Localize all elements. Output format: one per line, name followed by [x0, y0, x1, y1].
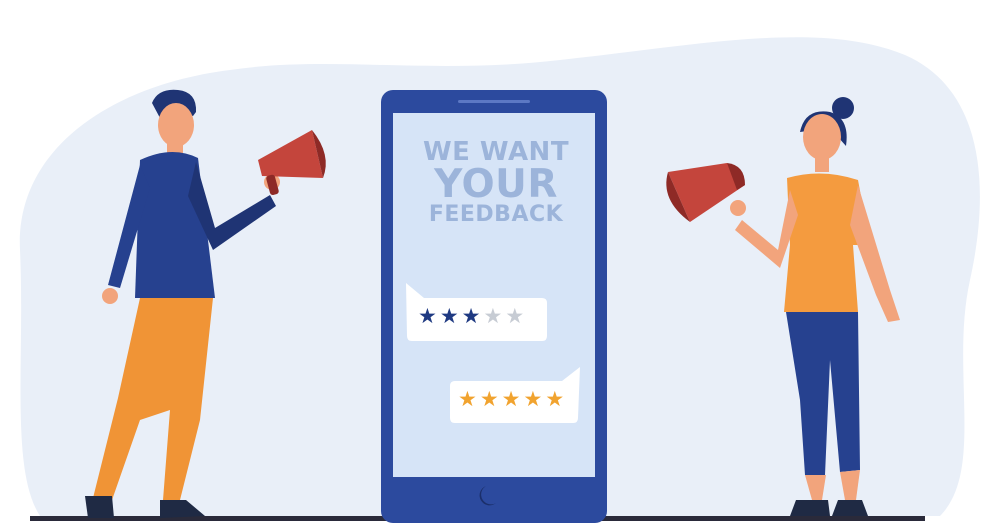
star-rating-five: ★ ★ ★ ★ ★	[458, 389, 564, 410]
star-empty-icon: ★	[505, 304, 525, 328]
star-filled-icon: ★	[458, 387, 477, 411]
star-empty-icon: ★	[483, 304, 503, 328]
illustration-scene	[19, 37, 980, 523]
star-rating-three: ★ ★ ★ ★ ★	[418, 306, 524, 327]
star-filled-icon: ★	[439, 304, 459, 328]
star-filled-icon: ★	[545, 387, 565, 411]
star-filled-icon: ★	[501, 387, 521, 411]
star-filled-icon: ★	[523, 387, 543, 411]
star-filled-icon: ★	[479, 387, 499, 411]
star-filled-icon: ★	[418, 304, 437, 328]
headline-line-2: YOUR	[434, 162, 558, 207]
headline-line-3: FEEDBACK	[428, 202, 564, 227]
star-filled-icon: ★	[461, 304, 481, 328]
